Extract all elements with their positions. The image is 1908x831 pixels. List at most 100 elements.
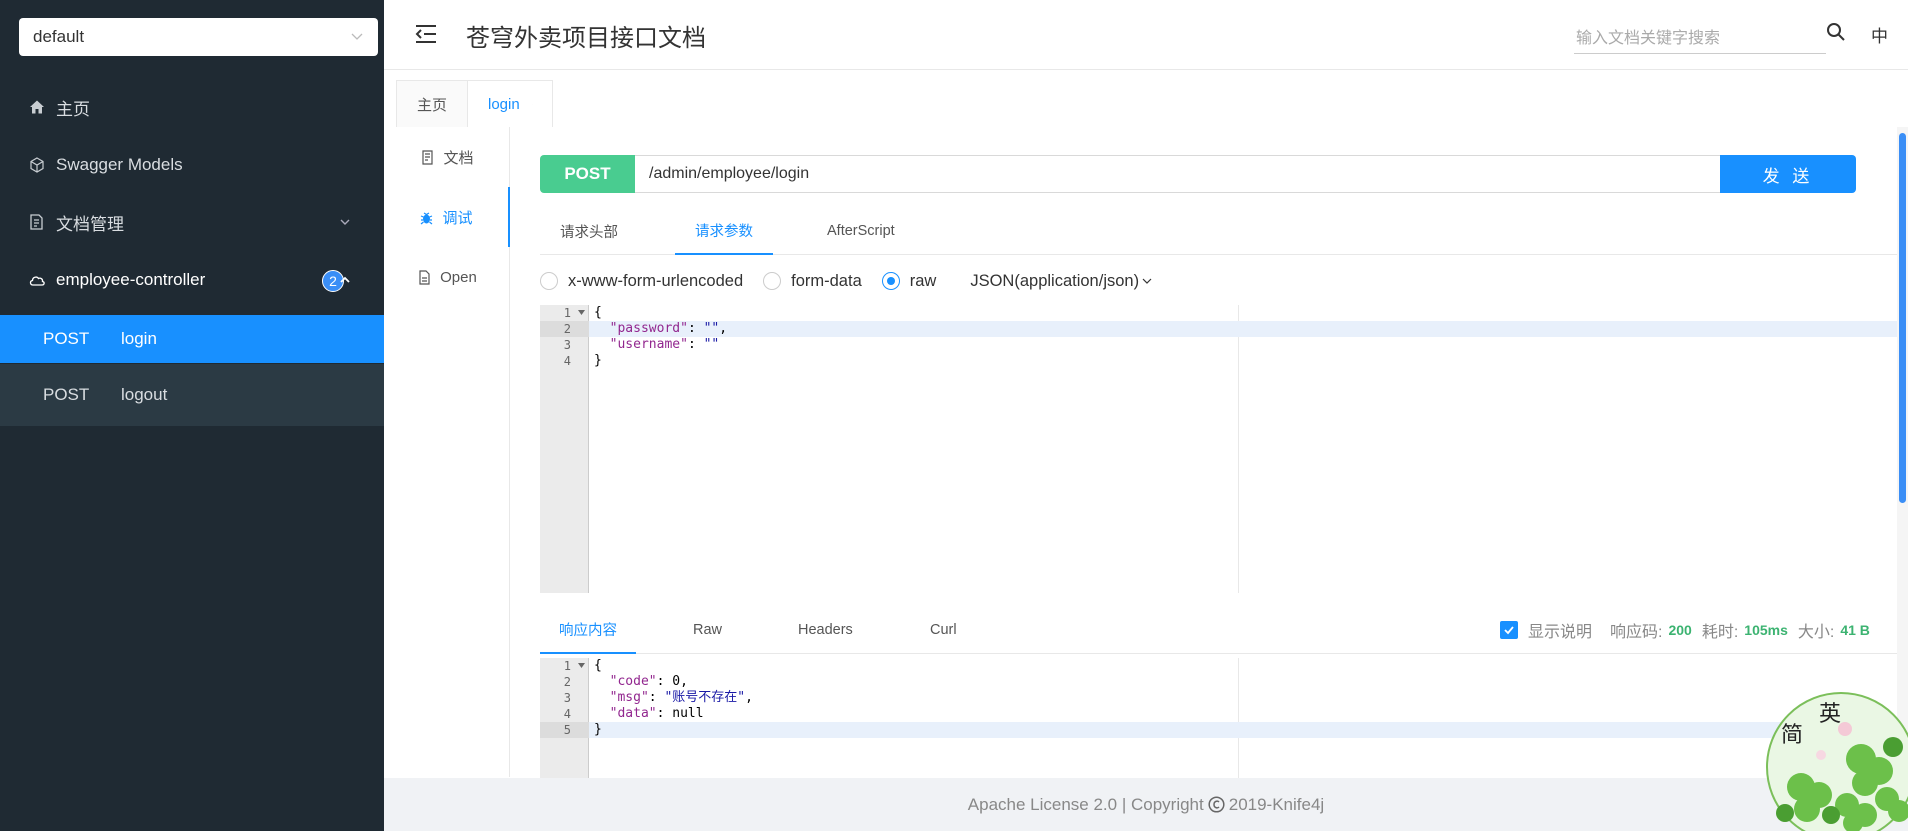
radio-raw[interactable]: raw [881, 271, 937, 291]
group-select-value: default [33, 27, 85, 46]
time-value: 105ms [1744, 622, 1788, 638]
tab-request-params[interactable]: 请求参数 [675, 207, 773, 255]
clover-language-badge[interactable]: 英 简 [1761, 687, 1908, 831]
scrollbar[interactable] [1897, 127, 1908, 778]
fold-arrow-icon[interactable] [578, 310, 585, 316]
request-body-editor[interactable]: 1 { 2 "password": "", 3 "username": "" 4… [540, 305, 1897, 593]
home-icon [30, 100, 44, 114]
tab-response-raw[interactable]: Raw [674, 606, 741, 654]
check-icon [1504, 626, 1514, 635]
side-tab-open[interactable]: Open [384, 247, 510, 307]
code-line: 4 } [540, 353, 1897, 369]
content-type-select[interactable]: JSON(application/json) [970, 272, 1153, 291]
tab-label: login [488, 95, 520, 113]
code-text: } [594, 353, 602, 368]
code-text: "data": null [609, 706, 704, 721]
code-line: 5 } [540, 722, 1897, 738]
endpoint-method: POST [43, 385, 90, 404]
models-icon [30, 157, 44, 173]
fold-arrow-icon[interactable] [578, 663, 585, 669]
code-text: } [594, 722, 602, 737]
sidebar-endpoint-login[interactable]: POST login [0, 315, 384, 363]
code-text: "msg": "账号不存在", [609, 690, 753, 705]
line-number: 3 [563, 338, 571, 352]
radio-circle [540, 272, 558, 290]
side-tab-debug[interactable]: 调试 [384, 187, 510, 247]
tab-response-headers[interactable]: Headers [779, 606, 872, 654]
side-tabs: 文档 调试 Open [384, 127, 510, 777]
endpoint-name: login [121, 329, 157, 348]
footer-text: Apache License 2.0 | Copyright [967, 794, 1204, 814]
show-desc-label: 显示说明 [1528, 624, 1593, 641]
sidebar-item-label: Swagger Models [56, 155, 183, 174]
tab-response-curl[interactable]: Curl [911, 606, 976, 654]
code-line: 2 "password": "", [540, 321, 1897, 337]
code-text: "password": "", [609, 321, 728, 336]
chevron-down-icon [340, 219, 350, 225]
search-icon[interactable] [1826, 22, 1846, 42]
group-select[interactable]: default [19, 18, 378, 56]
radio-label: raw [909, 271, 937, 290]
sidebar-item-swagger-models[interactable]: Swagger Models [0, 136, 384, 194]
tab-afterscript[interactable]: AfterScript [807, 207, 915, 255]
body-type-selector: x-www-form-urlencoded form-data raw JSON… [540, 266, 1153, 296]
status-code-label: 响应码: [1610, 624, 1663, 641]
tab-label: 主页 [417, 96, 448, 114]
code-text: "username": "" [609, 337, 720, 352]
side-tab-doc[interactable]: 文档 [384, 127, 510, 187]
code-text: { [594, 658, 602, 673]
tab-request-headers[interactable]: 请求头部 [540, 207, 638, 255]
footer: Apache License 2.0 | Copyright 2019-Knif… [384, 778, 1908, 831]
line-number: 4 [563, 354, 571, 368]
sidebar-item-employee-controller[interactable]: employee-controller 2 [0, 251, 384, 309]
code-text: "code": 0, [609, 674, 688, 689]
radio-form-data[interactable]: form-data [763, 272, 862, 291]
method-badge: POST [540, 155, 635, 193]
sidebar-item-label: 文档管理 [56, 214, 124, 234]
menu-fold-icon[interactable] [414, 23, 438, 45]
radio-urlencoded[interactable]: x-www-form-urlencoded [540, 272, 743, 291]
code-line: 2 "code": 0, [540, 674, 1897, 690]
header: 苍穹外卖项目接口文档 输入文档关键字搜索 中 [384, 0, 1908, 70]
badge-char: 简 [1781, 723, 1803, 748]
code-line: 4 "data": null [540, 706, 1897, 722]
scroll-thumb[interactable] [1899, 133, 1906, 503]
send-button[interactable]: 发 送 [1720, 155, 1856, 193]
size-value: 41 B [1840, 622, 1870, 638]
side-tab-label: 调试 [442, 209, 473, 227]
language-switch[interactable]: 中 [1871, 22, 1888, 47]
response-body-editor[interactable]: 1 { 2 "code": 0, 3 "msg": "账号不存在", 4 "da… [540, 658, 1897, 778]
search-input[interactable]: 输入文档关键字搜索 [1574, 14, 1826, 54]
page-title: 苍穹外卖项目接口文档 [466, 25, 706, 52]
radio-label: form-data [791, 271, 862, 290]
sidebar-item-home[interactable]: 主页 [0, 78, 384, 136]
cloud-icon [29, 276, 45, 286]
line-number: 4 [563, 707, 571, 721]
line-number: 2 [563, 675, 571, 689]
tab-home[interactable]: 主页 [396, 80, 469, 127]
radio-circle [881, 272, 900, 290]
sidebar-item-doc-manage[interactable]: 文档管理 [0, 193, 384, 251]
copyright-icon [1208, 796, 1225, 813]
endpoint-name: logout [121, 385, 168, 404]
tab-login[interactable]: login [467, 80, 553, 127]
endpoint-method: POST [43, 329, 90, 348]
bug-icon [421, 211, 433, 224]
chevron-down-icon [1142, 278, 1152, 284]
line-number: 3 [563, 691, 571, 705]
footer-text: 2019-Knife4j [1228, 794, 1325, 814]
doc-tab-bar: 主页 login [384, 70, 1908, 127]
code-line: 1 { [540, 658, 1897, 674]
request-tabs: 请求头部 请求参数 AfterScript [540, 207, 1900, 255]
status-code-value: 200 [1668, 622, 1692, 638]
side-tab-label: Open [440, 268, 477, 286]
badge-char: 英 [1819, 702, 1841, 727]
sidebar-endpoint-logout[interactable]: POST logout [0, 364, 384, 426]
code-line: 3 "username": "" [540, 337, 1897, 353]
show-desc-checkbox[interactable] [1500, 621, 1518, 639]
doc-manage-icon [30, 214, 43, 230]
sidebar-item-label: employee-controller [56, 270, 206, 289]
radio-circle [763, 272, 782, 290]
tab-response-content[interactable]: 响应内容 [540, 606, 636, 654]
url-input[interactable]: /admin/employee/login [635, 155, 1721, 193]
